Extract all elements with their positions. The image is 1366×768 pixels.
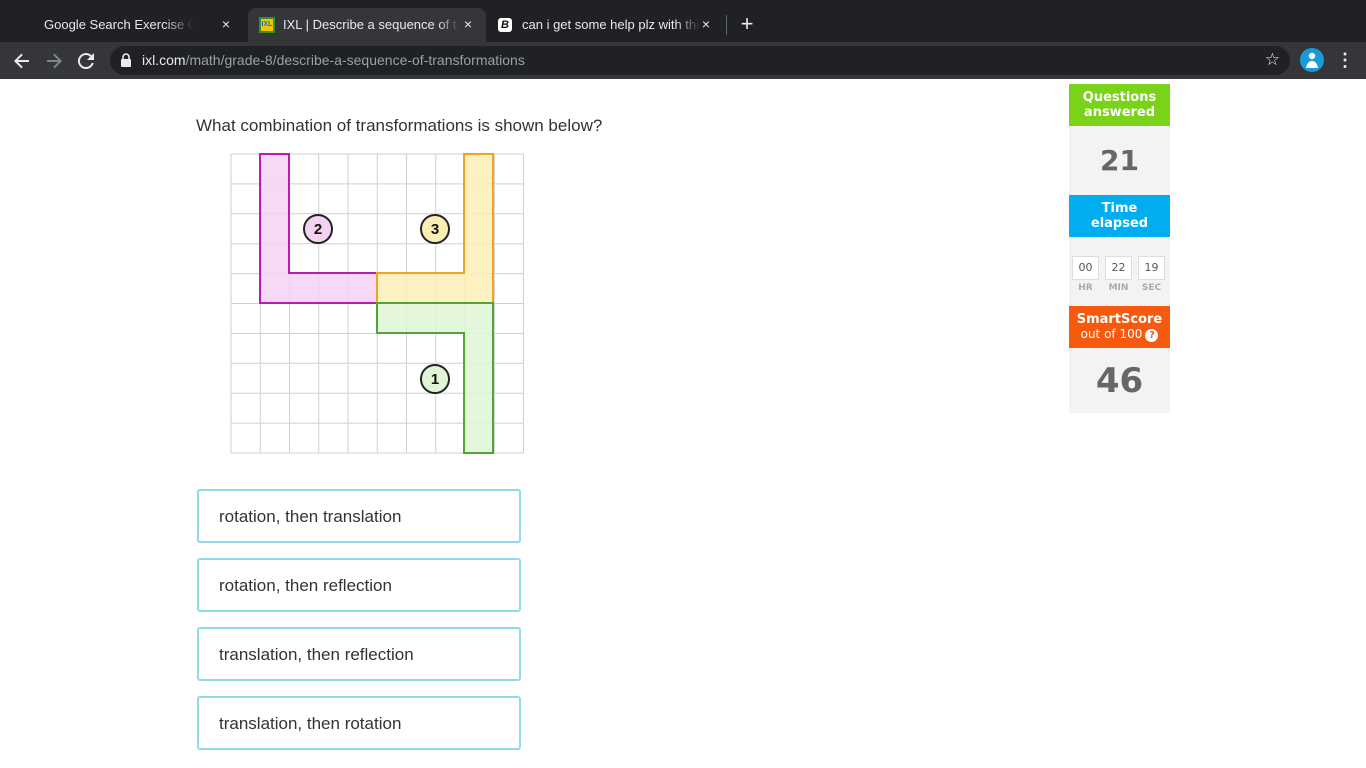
- star-icon[interactable]: ☆: [1265, 50, 1280, 70]
- tab-title: can i get some help plz with thi: [522, 17, 700, 32]
- smartscore-value: 46: [1069, 348, 1170, 413]
- timer-minutes: 22: [1105, 256, 1132, 280]
- time-label: Time: [1101, 201, 1138, 216]
- browser-toolbar: ixl.com/math/grade-8/describe-a-sequence…: [0, 42, 1366, 79]
- reload-icon[interactable]: [73, 48, 99, 74]
- url-path: /math/grade-8/describe-a-sequence-of-tra…: [185, 52, 525, 68]
- hours-unit: HR: [1078, 283, 1093, 293]
- questions-label: Questions: [1082, 90, 1157, 105]
- tab-title: Google Search Exercise Career: [44, 17, 194, 32]
- help-icon[interactable]: ?: [1145, 329, 1159, 342]
- answer-choice[interactable]: translation, then rotation: [197, 696, 521, 750]
- svg-text:3: 3: [431, 221, 439, 238]
- smartscore-subtitle: out of 100?: [1069, 327, 1170, 342]
- answered-label: answered: [1083, 105, 1156, 120]
- forward-arrow-icon[interactable]: [41, 48, 67, 74]
- svg-text:2: 2: [314, 221, 322, 238]
- elapsed-label: elapsed: [1090, 216, 1149, 231]
- answer-choice[interactable]: rotation, then translation: [197, 489, 521, 543]
- questions-answered-header: Questions answered: [1069, 84, 1170, 126]
- lock-icon: [121, 53, 131, 67]
- shape-3-label: 3: [420, 214, 450, 244]
- brainly-favicon-icon: B: [498, 18, 512, 32]
- tab-brainly[interactable]: B can i get some help plz with thi ×: [490, 8, 724, 42]
- answer-choice[interactable]: rotation, then reflection: [197, 558, 521, 612]
- menu-dots-icon[interactable]: ⋮: [1336, 50, 1354, 70]
- answer-choice[interactable]: translation, then reflection: [197, 627, 521, 681]
- question-text: What combination of transformations is s…: [196, 116, 603, 135]
- grid-figure: 2 3 1: [230, 153, 524, 454]
- smartscore-sub-text: out of 100: [1080, 327, 1143, 341]
- seconds-unit: SEC: [1141, 283, 1162, 293]
- url-text: ixl.com/math/grade-8/describe-a-sequence…: [142, 52, 525, 68]
- close-icon[interactable]: ×: [460, 16, 476, 32]
- back-arrow-icon[interactable]: [9, 48, 35, 74]
- time-elapsed-header: Time elapsed: [1069, 195, 1170, 237]
- shape-1-label: 1: [420, 364, 450, 394]
- browser-tab-bar: Google Search Exercise Career × IXL IXL …: [0, 0, 1366, 42]
- transformation-figure: 2 3 1: [230, 153, 526, 462]
- tab-google-search[interactable]: Google Search Exercise Career ×: [8, 8, 244, 42]
- shape-2-label: 2: [303, 214, 333, 244]
- svg-text:1: 1: [431, 371, 439, 388]
- close-icon[interactable]: ×: [698, 16, 714, 32]
- smartscore-header: SmartScore out of 100?: [1069, 306, 1170, 348]
- tab-separator: [726, 15, 727, 35]
- close-icon[interactable]: ×: [218, 16, 234, 32]
- profile-icon[interactable]: [1300, 48, 1324, 72]
- tab-title: IXL | Describe a sequence of tr: [283, 17, 459, 32]
- url-host: ixl.com: [142, 52, 186, 68]
- timer-seconds: 19: [1138, 256, 1165, 280]
- timer-hours: 00: [1072, 256, 1099, 280]
- minutes-unit: MIN: [1108, 283, 1129, 293]
- smartscore-label: SmartScore: [1076, 312, 1163, 327]
- address-bar[interactable]: ixl.com/math/grade-8/describe-a-sequence…: [110, 46, 1290, 75]
- timer: 00 22 19 HR MIN SEC: [1069, 237, 1170, 306]
- questions-answered-value: 21: [1069, 126, 1170, 195]
- new-tab-button[interactable]: +: [736, 13, 758, 35]
- tab-ixl-active[interactable]: IXL IXL | Describe a sequence of tr ×: [248, 8, 486, 42]
- ixl-favicon-icon: IXL: [259, 17, 275, 33]
